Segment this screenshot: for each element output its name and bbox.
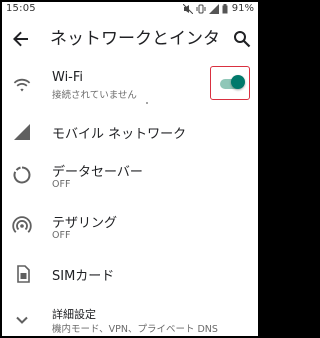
chevron-down-icon	[16, 316, 28, 324]
advanced-summary: 機内モード、VPN、プライベート DNS	[52, 324, 218, 335]
list-item-mobile-network[interactable]: モバイル ネットワーク	[2, 112, 258, 152]
mobile-network-label: モバイル ネットワーク	[52, 127, 187, 142]
status-bar: 15:05 91%	[2, 2, 258, 18]
search-icon[interactable]	[233, 30, 251, 48]
wifi-toggle-thumb[interactable]	[231, 75, 245, 89]
status-icons: 91%	[182, 3, 254, 14]
battery-icon	[222, 3, 228, 13]
list-item-sim-card[interactable]: SIMカード	[2, 254, 258, 294]
wifi-status: 接続されていません	[52, 90, 137, 101]
wifi-toggle-highlight	[210, 66, 250, 100]
arrow-back-icon[interactable]	[12, 30, 30, 48]
signal-status-icon	[208, 3, 219, 14]
data-saver-status: OFF	[52, 179, 71, 190]
wifi-label: Wi-Fi	[52, 70, 84, 85]
page-title: ネットワークとインタ	[50, 29, 220, 49]
signal-icon	[14, 124, 30, 140]
tethering-label: テザリング	[52, 216, 118, 231]
app-bar: ネットワークとインタ	[2, 18, 258, 60]
mute-icon	[182, 3, 193, 14]
settings-screen: 15:05 91% ネットワークとインタ Wi-Fi 接続されていません モバイ…	[2, 2, 258, 336]
hotspot-icon	[12, 216, 32, 233]
battery-level: 91%	[231, 3, 254, 14]
tethering-status: OFF	[52, 230, 71, 241]
sim-card-label: SIMカード	[52, 269, 115, 284]
decorative-dot	[146, 102, 148, 104]
wifi-icon	[13, 78, 31, 92]
data-saver-label: データセーバー	[52, 165, 143, 180]
list-item-data-saver[interactable]: データセーバー OFF	[2, 152, 258, 198]
vibrate-icon	[196, 4, 206, 13]
list-item-tethering[interactable]: テザリング OFF	[2, 202, 258, 248]
list-item-advanced[interactable]: 詳細設定 機内モード、VPN、プライベート DNS	[2, 298, 258, 336]
data-saver-icon	[13, 166, 31, 184]
advanced-label: 詳細設定	[52, 308, 96, 321]
status-time: 15:05	[6, 3, 36, 14]
sim-card-icon	[17, 265, 30, 283]
